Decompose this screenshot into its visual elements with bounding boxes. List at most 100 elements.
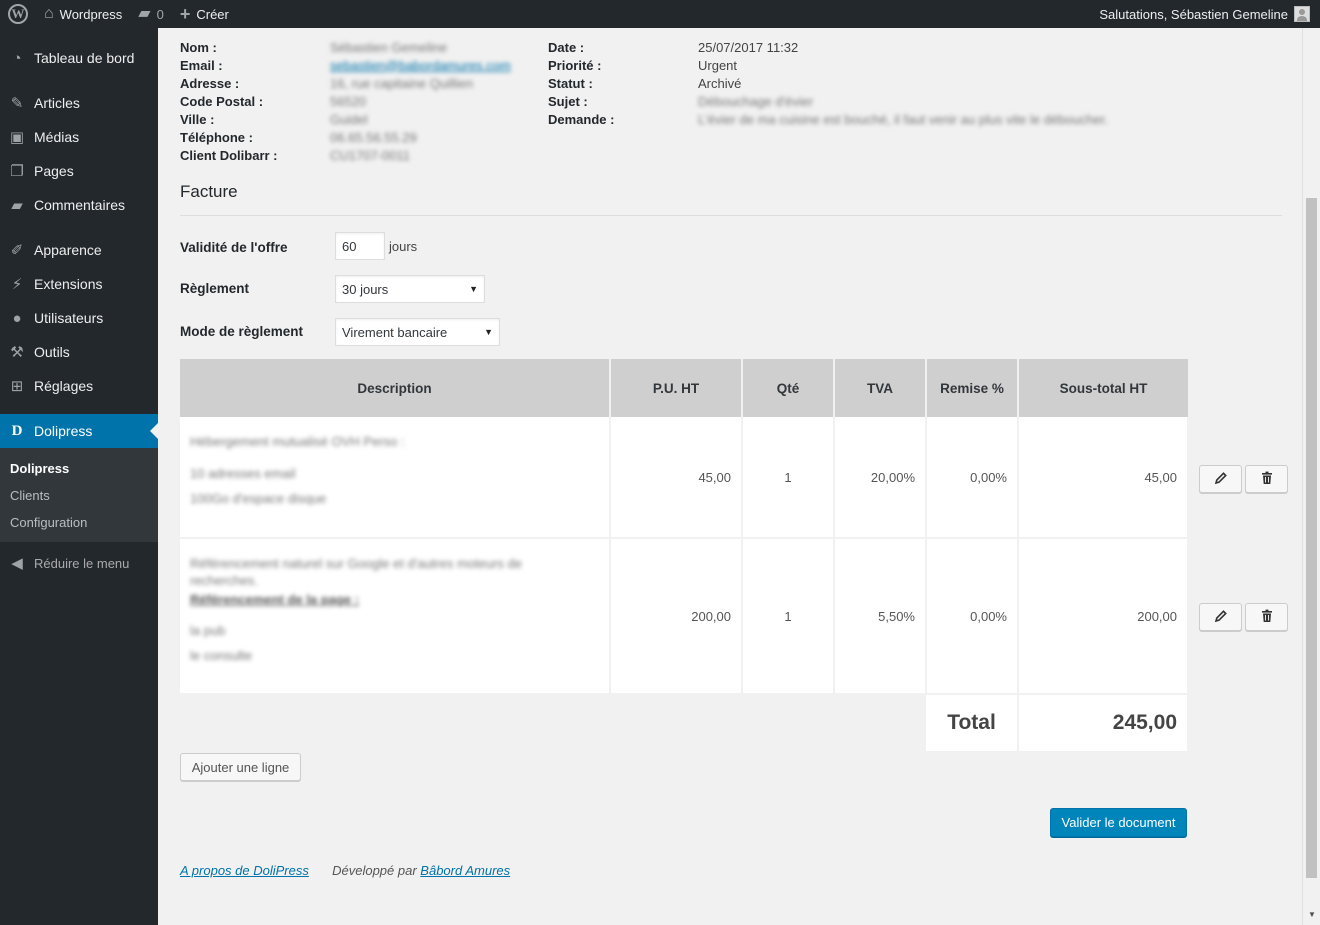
col-header-quantity: Qté [742, 359, 835, 417]
sidebar-item-medias[interactable]: ▣ Médias [0, 120, 158, 154]
request-date-label: Date : [548, 39, 585, 55]
edit-line-1-button[interactable] [1199, 465, 1242, 493]
request-date-value: 25/07/2017 11:32 [698, 39, 799, 55]
page-scrollbar[interactable]: ▼ [1302, 28, 1320, 925]
line-description: Référencement naturel sur Google et d'au… [180, 538, 611, 695]
scroll-down-arrow-icon[interactable]: ▼ [1308, 910, 1316, 919]
wordpress-logo-icon: W [8, 4, 28, 24]
request-priority-value: Urgent [698, 57, 738, 73]
sidebar-item-users[interactable]: ● Utilisateurs [0, 301, 158, 335]
total-label: Total [926, 694, 1019, 753]
line-quantity: 1 [742, 417, 835, 539]
sidebar-item-tools[interactable]: ⚒ Outils [0, 335, 158, 369]
sidebar-item-label: Tableau de bord [34, 50, 135, 66]
avatar [1294, 6, 1310, 22]
request-subject-label: Sujet : [548, 93, 588, 109]
admin-bar: W ⌂ Wordpress ▰ 0 + Créer Salutations, S… [0, 0, 1320, 28]
collapse-arrow-icon: ◀ [11, 555, 23, 572]
pencil-icon [1214, 471, 1228, 488]
table-header-row: Description P.U. HT Qté TVA Remise % Sou… [180, 359, 1188, 417]
payment-terms-select[interactable]: 30 jours [335, 275, 485, 303]
line-subtotal: 45,00 [1018, 417, 1189, 539]
payment-mode-select[interactable]: Virement bancaire [335, 318, 500, 346]
submenu-item-clients[interactable]: Clients [0, 482, 158, 509]
client-email-value[interactable]: sebastien@babordamures.com [330, 58, 511, 73]
sidebar-item-pages[interactable]: ❐ Pages [0, 154, 158, 188]
payment-mode-selected: Virement bancaire [342, 324, 448, 340]
line-discount: 0,00% [926, 417, 1019, 539]
line-discount: 0,00% [926, 538, 1019, 695]
delete-line-1-button[interactable] [1245, 465, 1288, 493]
client-zip-value: 56520 [330, 93, 367, 109]
plug-icon: ⚡ [11, 276, 23, 293]
request-demand-value: L'évier de ma cuisine est bouché, il fau… [698, 111, 1109, 127]
request-demand-label: Demande : [548, 111, 615, 127]
validity-unit: jours [389, 239, 418, 254]
dashboard-icon: ◔ [12, 49, 22, 67]
sidebar-item-articles[interactable]: ✎ Articles [0, 86, 158, 120]
comments-link[interactable]: ▰ 0 [130, 0, 172, 28]
total-value: 245,00 [1018, 694, 1189, 753]
table-row: Hébergement mutualisé OVH Perso : 10 adr… [180, 417, 1189, 539]
description-line: Référencement naturel sur Google et d'au… [190, 556, 522, 588]
sidebar-item-label: Commentaires [34, 197, 126, 213]
sidebar-item-settings[interactable]: ⊞ Réglages [0, 369, 158, 403]
main-content: Nom : Email : Adresse : Code Postal : Vi… [158, 28, 1302, 925]
payment-mode-label: Mode de règlement [180, 324, 304, 339]
scrollbar-thumb[interactable] [1306, 198, 1317, 878]
client-values: Sébastien Gemeline sebastien@babordamure… [330, 38, 511, 164]
description-line: 100Go d'espace disque [190, 491, 327, 506]
sidebar-item-extensions[interactable]: ⚡ Extensions [0, 267, 158, 301]
sidebar-item-comments[interactable]: ▰ Commentaires [0, 188, 158, 222]
wrench-icon: ⚒ [10, 344, 24, 361]
sidebar-item-appearance[interactable]: ✐ Apparence [0, 233, 158, 267]
comment-bubble-icon: ▰ [138, 5, 151, 22]
client-city-value: Guidel [330, 111, 368, 127]
invoice-lines-table: Description P.U. HT Qté TVA Remise % Sou… [180, 359, 1189, 753]
col-header-discount: Remise % [926, 359, 1019, 417]
description-line: Référencement de la page : [190, 592, 360, 607]
line-description: Hébergement mutualisé OVH Perso : 10 adr… [180, 417, 611, 539]
validate-document-button[interactable]: Valider le document [1050, 808, 1187, 837]
comments-count: 0 [156, 6, 164, 22]
site-name: Wordpress [59, 6, 123, 22]
create-new-menu[interactable]: + Créer [172, 0, 237, 28]
table-row: Référencement naturel sur Google et d'au… [180, 538, 1189, 695]
sidebar-item-label: Articles [34, 95, 80, 111]
site-name-link[interactable]: ⌂ Wordpress [36, 0, 130, 28]
col-header-unit-price: P.U. HT [610, 359, 743, 417]
add-line-button[interactable]: Ajouter une ligne [180, 753, 301, 781]
client-zip-label: Code Postal : [180, 93, 264, 109]
submenu-item-configuration[interactable]: Configuration [0, 509, 158, 536]
trash-icon [1260, 471, 1274, 488]
home-icon: ⌂ [44, 5, 54, 22]
sidebar-item-dolipress[interactable]: D Dolipress [0, 414, 158, 448]
line-vat: 20,00% [834, 417, 927, 539]
user-account-menu[interactable]: Salutations, Sébastien Gemeline [1099, 6, 1320, 22]
edit-line-2-button[interactable] [1199, 603, 1242, 631]
media-icon: ▣ [9, 129, 25, 146]
pencil-icon [1214, 609, 1228, 626]
about-dolipress-link[interactable]: A propos de DoliPress [180, 863, 309, 878]
line-vat: 5,50% [834, 538, 927, 695]
dolipress-icon: D [11, 422, 23, 439]
request-subject-value: Débouchage d'évier [698, 93, 814, 109]
delete-line-2-button[interactable] [1245, 603, 1288, 631]
plugin-footer: A propos de DoliPress Développé par Bâbo… [180, 863, 510, 878]
wp-logo-menu[interactable]: W [0, 0, 36, 28]
collapse-menu-button[interactable]: ◀ Réduire le menu [0, 546, 158, 580]
developer-link[interactable]: Bâbord Amures [420, 863, 510, 878]
collapse-menu-label: Réduire le menu [34, 555, 130, 571]
pin-icon: ✎ [10, 95, 24, 112]
user-greeting: Salutations, Sébastien Gemeline [1099, 6, 1288, 22]
payment-terms-selected: 30 jours [342, 281, 389, 297]
dolipress-submenu: Dolipress Clients Configuration [0, 448, 158, 542]
validity-input[interactable]: 60 [335, 232, 385, 260]
sidebar-item-label: Apparence [34, 242, 102, 258]
sidebar-item-dashboard[interactable]: ◔ Tableau de bord [0, 41, 158, 75]
description-line: le consulte [190, 648, 253, 663]
section-divider [180, 215, 1282, 216]
payment-terms-label: Règlement [180, 281, 250, 296]
submenu-item-dolipress[interactable]: Dolipress [0, 455, 158, 482]
invoice-section-title: Facture [180, 182, 238, 201]
